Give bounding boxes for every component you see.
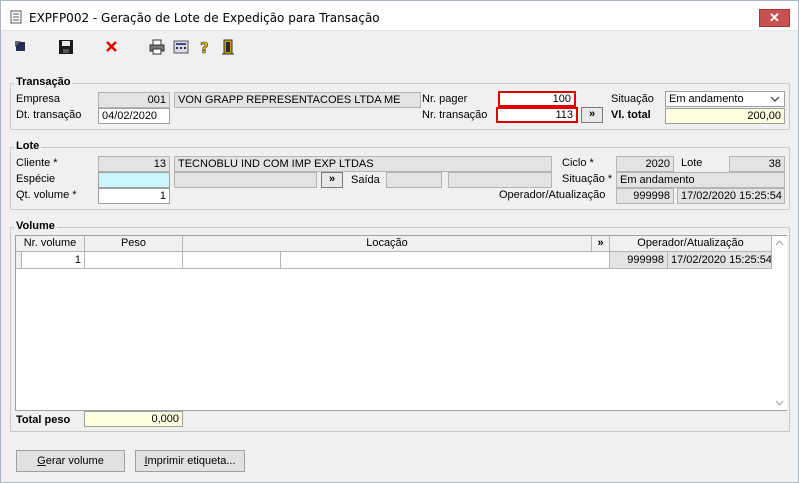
especie-field[interactable] [98, 172, 170, 188]
cell-locacao-desc [281, 252, 610, 269]
qt-volume-label: Qt. volume * [16, 189, 77, 201]
column-header-operador[interactable]: Operador/Atualização [610, 236, 772, 252]
chevron-down-icon [770, 96, 780, 102]
svg-text:?: ? [200, 39, 209, 55]
atualizacao-field: 17/02/2020 15:25:54 [677, 188, 785, 204]
title-bar: EXPFP002 - Geração de Lote de Expedição … [1, 1, 798, 31]
imprimir-etiqueta-button[interactable]: Imprimir etiqueta... [135, 450, 245, 472]
vl-total-label: Vl. total [611, 109, 651, 121]
saida-code-field [386, 172, 442, 188]
saida-label: Saída [351, 174, 380, 186]
empresa-code-field[interactable]: 001 [98, 92, 170, 108]
cell-nr-volume[interactable]: 1 [22, 252, 85, 269]
pager-label: Nr. pager [422, 93, 468, 105]
exit-icon[interactable] [13, 39, 29, 55]
cell-atualizacao: 17/02/2020 15:25:54 [668, 252, 772, 269]
transacao-title: Transação [14, 76, 73, 88]
window-title: EXPFP002 - Geração de Lote de Expedição … [29, 11, 380, 25]
lote-situacao-label: Situação * [562, 173, 613, 185]
main-window: EXPFP002 - Geração de Lote de Expedição … [0, 0, 799, 483]
cliente-name-field: TECNOBLU IND COM IMP EXP LTDAS [174, 156, 552, 172]
dt-transacao-label: Dt. transação [16, 109, 82, 121]
transacao-search-button[interactable]: » [581, 107, 603, 123]
gerar-volume-label: erar volume [45, 455, 104, 467]
nr-transacao-label: Nr. transação [422, 109, 488, 121]
total-peso-field: 0,000 [84, 411, 183, 427]
lote-field: 38 [729, 156, 785, 172]
especie-search-button[interactable]: » [321, 172, 343, 188]
column-header-locacao[interactable]: Locação [183, 236, 592, 252]
situacao-value: Em andamento [669, 93, 744, 105]
column-header-nr-volume[interactable]: Nr. volume [16, 236, 85, 252]
document-icon [10, 10, 22, 24]
lote-label: Lote [681, 157, 703, 169]
cliente-label: Cliente * [16, 157, 58, 169]
scroll-down-icon[interactable] [775, 400, 784, 406]
empresa-label: Empresa [16, 93, 61, 105]
door-icon[interactable] [220, 39, 236, 55]
volume-title: Volume [14, 220, 57, 232]
vertical-scrollbar[interactable] [772, 236, 787, 410]
volume-table: Nr. volume Peso Locação » Operador/Atual… [15, 235, 787, 411]
situacao-select[interactable]: Em andamento [665, 91, 785, 107]
especie-label: Espécie [16, 173, 56, 185]
lote-title: Lote [14, 140, 42, 152]
qt-volume-field[interactable]: 1 [98, 188, 170, 204]
ciclo-label: Ciclo * [562, 157, 594, 169]
calculator-icon[interactable] [173, 39, 189, 55]
cell-operador: 999998 [610, 252, 668, 269]
lote-situacao-field: Em andamento [616, 172, 785, 188]
especie-desc-field [174, 172, 317, 188]
column-header-expand[interactable]: » [592, 236, 610, 252]
cell-locacao-code[interactable] [183, 252, 281, 269]
saida-desc-field [448, 172, 552, 188]
gerar-volume-mnemonic: G [37, 455, 46, 467]
empresa-name-field: VON GRAPP REPRESENTACOES LTDA ME [174, 92, 421, 108]
column-header-peso[interactable]: Peso [85, 236, 183, 252]
pager-field[interactable]: 100 [498, 91, 576, 107]
save-icon[interactable] [58, 39, 74, 55]
imprimir-etiqueta-label: mprimir etiqueta... [147, 455, 236, 467]
cliente-code-field[interactable]: 13 [98, 156, 170, 172]
scroll-up-icon[interactable] [775, 240, 784, 246]
toolbar: ? [1, 32, 798, 62]
ciclo-field: 2020 [616, 156, 674, 172]
operador-field: 999998 [616, 188, 674, 204]
cell-peso[interactable] [85, 252, 183, 269]
nr-transacao-field[interactable]: 113 [496, 107, 578, 123]
total-peso-label: Total peso [16, 414, 71, 426]
close-button[interactable]: ✕ [759, 9, 790, 27]
dt-transacao-field[interactable]: 04/02/2020 [98, 108, 170, 124]
cancel-icon[interactable] [104, 39, 120, 55]
help-icon[interactable]: ? [197, 39, 213, 55]
operador-label: Operador/Atualização [499, 189, 606, 201]
gerar-volume-button[interactable]: Gerar volume [16, 450, 125, 472]
situacao-label: Situação [611, 93, 654, 105]
vl-total-field: 200,00 [665, 108, 785, 124]
print-icon[interactable] [149, 39, 165, 55]
